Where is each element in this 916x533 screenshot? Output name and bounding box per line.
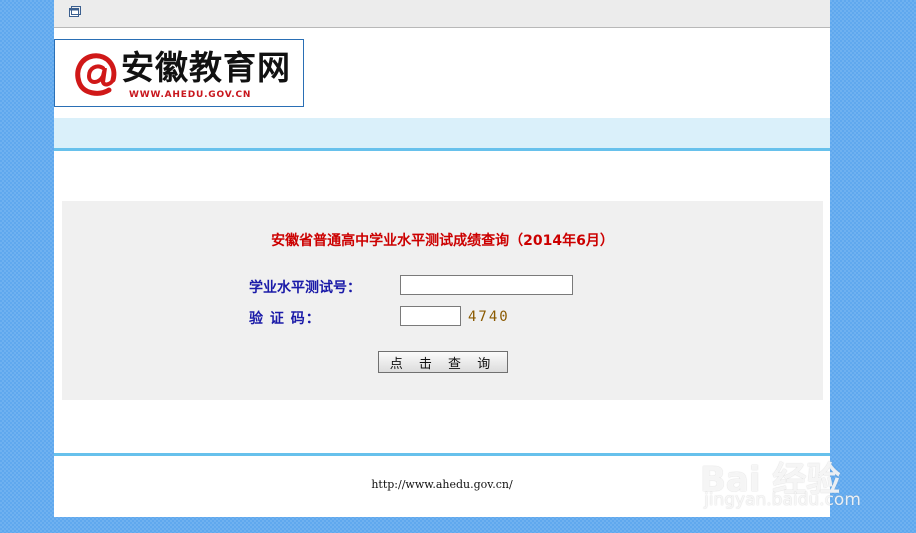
page-container: 安徽教育网 WWW.AHEDU.GOV.CN 安徽省普通高中学业水平测试成绩查询… xyxy=(54,0,830,517)
watermark-sub-text: jingyan.baidu.com xyxy=(704,490,861,510)
at-sign-logo-icon xyxy=(75,53,117,96)
query-submit-button[interactable]: 点 击 查 询 xyxy=(378,351,508,373)
captcha-input[interactable] xyxy=(400,306,461,326)
window-icon[interactable] xyxy=(69,6,81,18)
logo-url-text: WWW.AHEDU.GOV.CN xyxy=(129,90,252,100)
logo-brand-text: 安徽教育网 xyxy=(121,48,291,87)
baidu-jingyan-watermark: Bai 经验 jingyan.baidu.com xyxy=(700,452,910,522)
site-logo[interactable]: 安徽教育网 WWW.AHEDU.GOV.CN xyxy=(54,39,304,107)
exam-number-label: 学业水平测试号： xyxy=(249,280,361,296)
captcha-label: 验 证 码： xyxy=(249,311,321,327)
captcha-code[interactable]: 4740 xyxy=(468,309,510,325)
header-band xyxy=(54,118,830,151)
query-form-panel: 安徽省普通高中学业水平测试成绩查询（2014年6月） 学业水平测试号： 验 证 … xyxy=(62,201,823,400)
form-title: 安徽省普通高中学业水平测试成绩查询（2014年6月） xyxy=(271,233,614,249)
browser-toolbar xyxy=(54,0,830,28)
exam-number-input[interactable] xyxy=(400,275,573,295)
